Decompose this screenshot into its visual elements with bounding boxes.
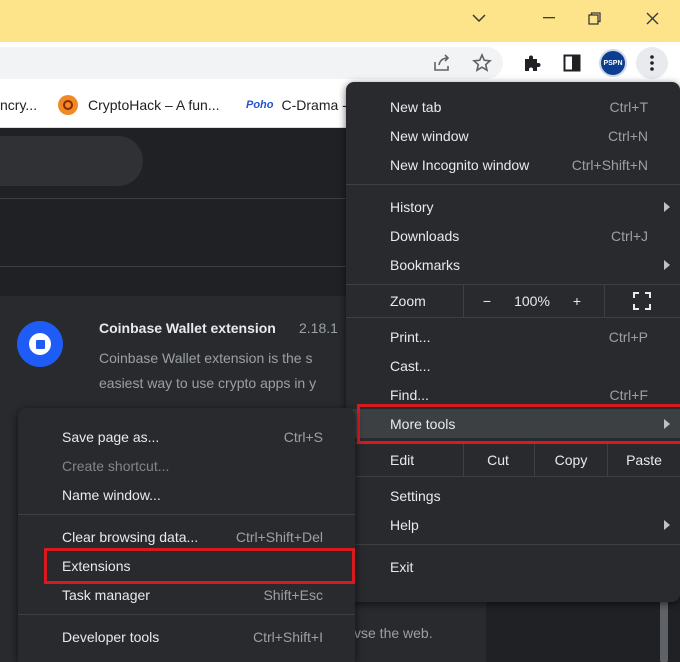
menu-separator (346, 544, 680, 545)
menu-item-label: Bookmarks (390, 256, 461, 273)
menu-item-label: Cast... (390, 357, 431, 374)
submenu-arrow-icon (664, 201, 670, 212)
extensions-puzzle-icon[interactable] (516, 47, 548, 79)
menu-separator (346, 184, 680, 185)
menu-item-label: Print... (390, 328, 431, 345)
zoom-level: 100% (514, 293, 550, 309)
menu-item-developer-tools[interactable]: Developer tools Ctrl+Shift+I (18, 622, 355, 651)
extension-description-line: Coinbase Wallet extension is the s (99, 350, 313, 366)
restore-icon[interactable] (571, 0, 617, 36)
zoom-row: Zoom − 100% + (346, 284, 680, 318)
menu-item-downloads[interactable]: Downloads Ctrl+J (346, 221, 680, 250)
bookmark-item[interactable]: Poho C-Drama - (246, 84, 347, 126)
menu-separator (18, 614, 355, 615)
share-icon[interactable] (426, 47, 458, 79)
menu-item-label: Create shortcut... (62, 457, 170, 474)
menu-item-label: Exit (390, 558, 414, 575)
menu-item-shortcut: Ctrl+J (611, 227, 648, 244)
menu-item-new-window[interactable]: New window Ctrl+N (346, 121, 680, 150)
menu-item-label: New Incognito window (390, 156, 530, 173)
menu-item-bookmarks[interactable]: Bookmarks (346, 250, 680, 279)
side-panel-icon[interactable] (556, 47, 588, 79)
copy-button[interactable]: Copy (535, 444, 607, 476)
menu-item-label: Task manager (62, 586, 150, 603)
menu-item-label: Downloads (390, 227, 460, 244)
search-field[interactable] (0, 136, 143, 186)
menu-item-new-incognito-window[interactable]: New Incognito window Ctrl+Shift+N (346, 150, 680, 179)
cut-button[interactable]: Cut (464, 444, 532, 476)
zoom-in-button[interactable]: + (562, 285, 592, 317)
edit-label: Edit (390, 452, 415, 468)
cryptohack-favicon-icon (58, 95, 78, 115)
extension-description-line: easiest way to use crypto apps in y (99, 375, 317, 391)
menu-item-shortcut: Ctrl+Shift+I (252, 628, 323, 645)
menu-item-shortcut: Ctrl+T (609, 98, 649, 115)
bookmark-item[interactable]: CryptoHack – A fun... (58, 84, 220, 126)
menu-item-shortcut: Ctrl+F (609, 386, 649, 403)
paste-button[interactable]: Paste (608, 444, 680, 476)
menu-item-shortcut: Ctrl+Shift+N (571, 156, 648, 173)
zoom-out-button[interactable]: − (472, 285, 502, 317)
menu-item-clear-browsing-data[interactable]: Clear browsing data... Ctrl+Shift+Del (18, 522, 355, 551)
bookmark-star-icon[interactable] (466, 47, 498, 79)
menu-item-create-shortcut: Create shortcut... (18, 451, 355, 480)
chrome-main-menu: New tab Ctrl+T New window Ctrl+N New Inc… (346, 82, 680, 602)
zoom-label: Zoom (390, 293, 426, 309)
bookmark-favicon-badge: Poho (246, 99, 274, 111)
submenu-arrow-icon (664, 259, 670, 270)
menu-item-help[interactable]: Help (346, 510, 680, 539)
menu-item-label: Find... (390, 386, 429, 403)
profile-avatar[interactable]: PSPN (597, 47, 629, 79)
highlight-extensions (44, 548, 355, 584)
bookmark-label: CryptoHack – A fun... (88, 97, 220, 113)
menu-item-label: Help (390, 516, 419, 533)
menu-item-name-window[interactable]: Name window... (18, 480, 355, 509)
menu-item-label: Save page as... (62, 428, 160, 445)
menu-item-shortcut: Ctrl+N (607, 127, 648, 144)
menu-item-cast[interactable]: Cast... (346, 351, 680, 380)
tab-search-chevron-icon[interactable] (456, 0, 502, 36)
menu-item-shortcut: Shift+Esc (263, 586, 323, 603)
menu-item-shortcut: Ctrl+P (608, 328, 648, 345)
menu-item-exit[interactable]: Exit (346, 552, 680, 581)
bookmark-label: ncry... (0, 97, 38, 113)
menu-item-label: Name window... (62, 486, 161, 503)
menu-item-shortcut: Ctrl+Shift+Del (235, 528, 323, 545)
menu-item-history[interactable]: History (346, 192, 680, 221)
menu-item-settings[interactable]: Settings (346, 481, 680, 510)
highlight-more-tools (357, 404, 680, 444)
menu-item-label: History (390, 198, 434, 215)
menu-item-task-manager[interactable]: Task manager Shift+Esc (18, 580, 355, 609)
close-icon[interactable] (629, 0, 675, 36)
menu-item-label: New tab (390, 98, 442, 115)
menu-kebab-icon[interactable] (636, 47, 668, 79)
profile-badge-text: PSPN (603, 59, 623, 67)
extension-name: Coinbase Wallet extension (99, 320, 276, 336)
menu-item-print[interactable]: Print... Ctrl+P (346, 322, 680, 351)
extension-version: 2.18.1 (299, 320, 338, 336)
fullscreen-icon[interactable] (624, 285, 660, 317)
menu-separator (18, 514, 355, 515)
toolbar: PSPN (0, 42, 680, 84)
menu-item-new-tab[interactable]: New tab Ctrl+T (346, 92, 680, 121)
menu-item-shortcut: Ctrl+S (283, 428, 323, 445)
bookmark-label: C-Drama - (281, 97, 347, 113)
submenu-arrow-icon (664, 519, 670, 530)
menu-item-label: New window (390, 127, 469, 144)
menu-item-label: Developer tools (62, 628, 160, 645)
edit-row: Edit Cut Copy Paste (346, 443, 680, 477)
menu-item-label: Settings (390, 487, 441, 504)
menu-item-save-page-as[interactable]: Save page as... Ctrl+S (18, 422, 355, 451)
menu-item-label: Clear browsing data... (62, 528, 199, 545)
title-bar (0, 0, 680, 42)
more-tools-submenu: Save page as... Ctrl+S Create shortcut..… (18, 408, 355, 662)
page-text: vse the web. (354, 625, 433, 641)
minimize-icon[interactable] (526, 0, 572, 36)
bookmark-item[interactable]: ncry... (0, 84, 37, 126)
coinbase-logo-icon (17, 321, 63, 367)
